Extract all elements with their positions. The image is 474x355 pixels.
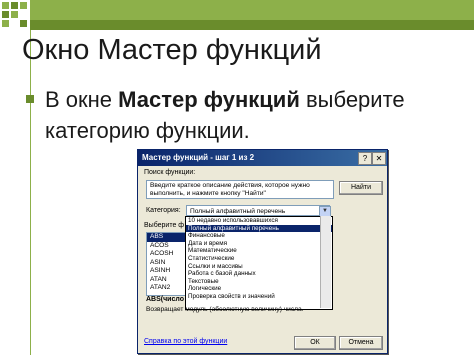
help-icon[interactable]: ?: [358, 152, 372, 165]
function-description: Возвращает модуль (абсолютную величину) …: [146, 306, 304, 313]
search-label: Поиск функции:: [144, 169, 196, 176]
deco-square: [2, 20, 9, 27]
close-icon[interactable]: ✕: [372, 152, 386, 165]
ok-button[interactable]: ОК: [294, 336, 336, 350]
deco-square: [2, 11, 9, 18]
function-wizard-dialog: Мастер функций - шаг 1 из 2 ? ✕ Поиск фу…: [137, 149, 388, 354]
bullet-text: В окне Мастер функций выберите категорию…: [45, 84, 465, 146]
category-option[interactable]: Работа с базой данных: [186, 270, 332, 278]
category-option[interactable]: Статистические: [186, 255, 332, 263]
top-accent-bar-dark: [30, 20, 474, 30]
deco-square: [11, 11, 18, 18]
function-label: Выберите ф: [144, 222, 185, 229]
deco-square: [20, 20, 27, 27]
bullet-marker: [26, 95, 34, 103]
category-option[interactable]: Математические: [186, 247, 332, 255]
left-divider: [30, 30, 31, 355]
decorative-squares: [0, 0, 30, 30]
category-option[interactable]: Проверка свойств и значений: [186, 293, 332, 301]
deco-square: [11, 2, 18, 9]
category-option[interactable]: Полный алфавитный перечень: [186, 224, 332, 233]
dropdown-scrollbar[interactable]: [320, 216, 331, 308]
help-link[interactable]: Справка по этой функции: [144, 338, 227, 345]
search-input[interactable]: Введите краткое описание действия, котор…: [146, 180, 334, 199]
top-accent-bar: [30, 0, 474, 20]
dialog-title: Мастер функций - шаг 1 из 2: [142, 153, 255, 162]
find-button[interactable]: Найти: [339, 181, 383, 195]
dialog-titlebar[interactable]: Мастер функций - шаг 1 из 2 ? ✕: [138, 150, 387, 166]
category-select[interactable]: Полный алфавитный перечень: [186, 205, 330, 216]
category-option[interactable]: Текстовые: [186, 278, 332, 286]
bullet-prefix: В окне: [45, 87, 119, 112]
function-syntax: ABS(число: [146, 296, 185, 303]
bullet-bold: Мастер функций: [118, 87, 300, 112]
category-option[interactable]: Логические: [186, 285, 332, 293]
cancel-button[interactable]: Отмена: [339, 336, 383, 350]
category-option[interactable]: Дата и время: [186, 240, 332, 248]
category-option[interactable]: 10 недавно использовавшихся: [186, 217, 332, 225]
category-dropdown[interactable]: 10 недавно использовавшихся Полный алфав…: [185, 216, 333, 310]
deco-square: [2, 2, 9, 9]
category-option[interactable]: Финансовые: [186, 232, 332, 240]
deco-square: [20, 2, 27, 9]
category-label: Категория:: [146, 207, 181, 214]
slide-title: Окно Мастер функций: [22, 34, 322, 66]
